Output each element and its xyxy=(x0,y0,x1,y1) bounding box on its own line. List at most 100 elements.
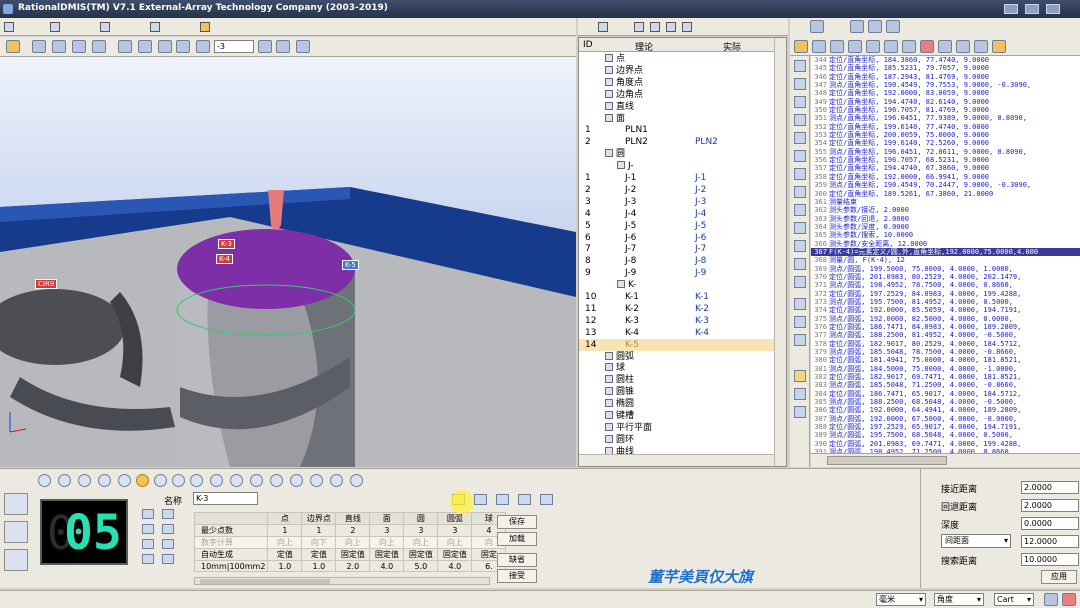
sidebar-report-icon[interactable] xyxy=(794,388,806,400)
pan-icon[interactable] xyxy=(72,40,86,53)
depth-input[interactable]: 0.0000 xyxy=(1021,517,1079,530)
table-cell[interactable]: 2 xyxy=(335,524,371,537)
tree-hscroll[interactable] xyxy=(579,454,774,466)
program-line[interactable]: 375 测点/圆弧, 192.0000, 82.5000, 4.0000, 0.0… xyxy=(811,315,1080,323)
tree-row[interactable]: 椭圆 xyxy=(579,398,774,410)
program-line[interactable]: 357 定位/直角坐标, 194.4740, 67.3860, 9.0000 xyxy=(811,164,1080,172)
tree-row[interactable]: 1 J-1 J-1 xyxy=(579,172,774,184)
feat-option-icon-6[interactable] xyxy=(162,524,174,534)
clearance-select[interactable]: 间距面 xyxy=(941,534,1011,548)
tab-icon-2[interactable] xyxy=(50,22,60,32)
program-line[interactable]: 351 测点/直角坐标, 196.0451, 77.9389, 9.0000, 0… xyxy=(811,114,1080,122)
tree-row[interactable]: 14 K-5 xyxy=(579,338,774,351)
tree-row[interactable]: 圆弧 xyxy=(579,351,774,363)
select-tool-icon[interactable] xyxy=(6,40,20,53)
accept-button[interactable]: 接受 xyxy=(497,569,537,583)
tab-icon-1[interactable] xyxy=(4,22,14,32)
delete-icon[interactable] xyxy=(920,40,934,53)
feat-option-icon-4[interactable] xyxy=(142,554,154,564)
program-line[interactable]: 369 测点/圆弧, 199.5000, 75.0000, 4.0000, 1.0… xyxy=(811,265,1080,273)
tree-tab-icon-1[interactable] xyxy=(598,22,608,32)
option-link-icon[interactable] xyxy=(517,494,531,505)
table-cell[interactable]: 向下 xyxy=(301,536,337,549)
axis-icon[interactable] xyxy=(92,40,106,53)
table-cell[interactable]: 5.0 xyxy=(403,560,439,572)
tab-icon-3[interactable] xyxy=(100,22,110,32)
table-cell[interactable]: 1.0 xyxy=(301,560,337,572)
table-cell[interactable]: 向上 xyxy=(403,536,439,549)
sidebar-grid-icon[interactable] xyxy=(794,240,806,252)
tree-row[interactable]: 边界点 xyxy=(579,65,774,77)
program-line[interactable]: 352 定位/直角坐标, 199.6140, 77.4740, 9.0000 xyxy=(811,123,1080,131)
feat-surface-icon[interactable] xyxy=(330,474,343,487)
table-cell[interactable]: 3 xyxy=(369,524,405,537)
tree-tab-icon-4[interactable] xyxy=(666,22,676,32)
program-line[interactable]: 372 定位/圆弧, 197.2529, 84.0983, 4.0000, 199… xyxy=(811,290,1080,298)
sidebar-pen-icon[interactable] xyxy=(794,60,806,72)
label-k5[interactable]: K-5 xyxy=(342,260,359,270)
apply-button[interactable]: 应用 xyxy=(1041,570,1077,584)
load-button[interactable]: 加载 xyxy=(497,532,537,546)
step-icon[interactable] xyxy=(938,40,952,53)
clearance-input[interactable]: 12.0000 xyxy=(1021,535,1079,548)
tree-row[interactable]: 键槽 xyxy=(579,410,774,422)
program-line[interactable]: 384 定位/圆弧, 186.7471, 65.9017, 4.0000, 184… xyxy=(811,390,1080,398)
feat-auto-icon[interactable] xyxy=(38,474,51,487)
sidebar-doc-icon[interactable] xyxy=(794,276,806,288)
feat-option-icon-3[interactable] xyxy=(142,539,154,549)
program-hscroll-thumb[interactable] xyxy=(827,456,947,465)
status-icon-2[interactable] xyxy=(1062,593,1076,606)
edit-icon[interactable] xyxy=(992,40,1006,53)
feat-ellipse-icon[interactable] xyxy=(230,474,243,487)
label-k4[interactable]: K-4 xyxy=(216,254,233,264)
feat-cylinder-icon[interactable] xyxy=(190,474,203,487)
feat-parallel-icon[interactable] xyxy=(270,474,283,487)
tree-row[interactable]: 9 J-9 J-9 xyxy=(579,267,774,279)
sidebar-layer-icon[interactable] xyxy=(794,96,806,108)
sidebar-list-icon[interactable] xyxy=(794,258,806,270)
table-cell[interactable]: 4.0 xyxy=(437,560,473,572)
prog-tab-icon-4[interactable] xyxy=(886,20,900,33)
table-cell[interactable]: 固定值 xyxy=(369,548,405,561)
hand-icon[interactable] xyxy=(884,40,898,53)
feat-edge-point-icon[interactable] xyxy=(78,474,91,487)
paste-icon[interactable] xyxy=(866,40,880,53)
flag-icon[interactable] xyxy=(974,40,988,53)
cut-icon[interactable] xyxy=(830,40,844,53)
program-line[interactable]: 360 定位/直角坐标, 189.5261, 67.3860, 21.0000 xyxy=(811,190,1080,198)
program-line[interactable]: 345 定位/直角坐标, 185.5231, 79.7057, 9.0000 xyxy=(811,64,1080,72)
tree-row[interactable]: 2 J-2 J-2 xyxy=(579,184,774,196)
tree-row[interactable]: 平行平面 xyxy=(579,422,774,434)
feat-option-icon-7[interactable] xyxy=(162,539,174,549)
option-export-icon[interactable] xyxy=(539,494,553,505)
table-cell[interactable]: 固定值 xyxy=(335,548,371,561)
table-cell[interactable]: 1 xyxy=(267,524,303,537)
option-window-icon[interactable] xyxy=(495,494,509,505)
tree-row[interactable]: 11 K-2 K-2 xyxy=(579,303,774,315)
tab-icon-5[interactable] xyxy=(200,22,210,32)
zoom-box-icon[interactable] xyxy=(52,40,66,53)
coord-select[interactable]: Cart xyxy=(994,593,1034,606)
tree-row[interactable]: 12 K-3 K-3 xyxy=(579,315,774,327)
feat-line-icon[interactable] xyxy=(98,474,111,487)
grid-icon[interactable] xyxy=(138,40,152,53)
program-line[interactable]: 367 F(K-4)=元素定义/圆,外,直角坐标,192.0000,75.0000… xyxy=(811,247,1080,257)
mode-machine-button[interactable] xyxy=(4,521,28,543)
cad-viewport[interactable]: K-3 K-4 K-5 CIR9 xyxy=(0,57,576,467)
tree-row[interactable]: 圆柱 xyxy=(579,374,774,386)
sidebar-home-icon[interactable] xyxy=(794,168,806,180)
default-button[interactable]: 缺省 xyxy=(497,553,537,567)
minimize-icon[interactable] xyxy=(1024,4,1039,14)
feat-circle-icon[interactable] xyxy=(136,474,149,487)
rotate-tool-icon[interactable] xyxy=(32,40,46,53)
prog-tab-icon[interactable] xyxy=(810,20,824,33)
tree-row[interactable]: 圆锥 xyxy=(579,386,774,398)
sidebar-export-icon[interactable] xyxy=(794,406,806,418)
view-icon[interactable] xyxy=(118,40,132,53)
sidebar-hand-icon[interactable] xyxy=(794,78,806,90)
program-line[interactable]: 363 测头参数/回退, 2.0000 xyxy=(811,215,1080,223)
insert-icon[interactable] xyxy=(902,40,916,53)
probe-icon[interactable] xyxy=(276,40,290,53)
tree-row[interactable]: 直线 xyxy=(579,101,774,113)
program-line[interactable]: 380 定位/圆弧, 181.4941, 75.0000, 4.0000, 181… xyxy=(811,356,1080,364)
